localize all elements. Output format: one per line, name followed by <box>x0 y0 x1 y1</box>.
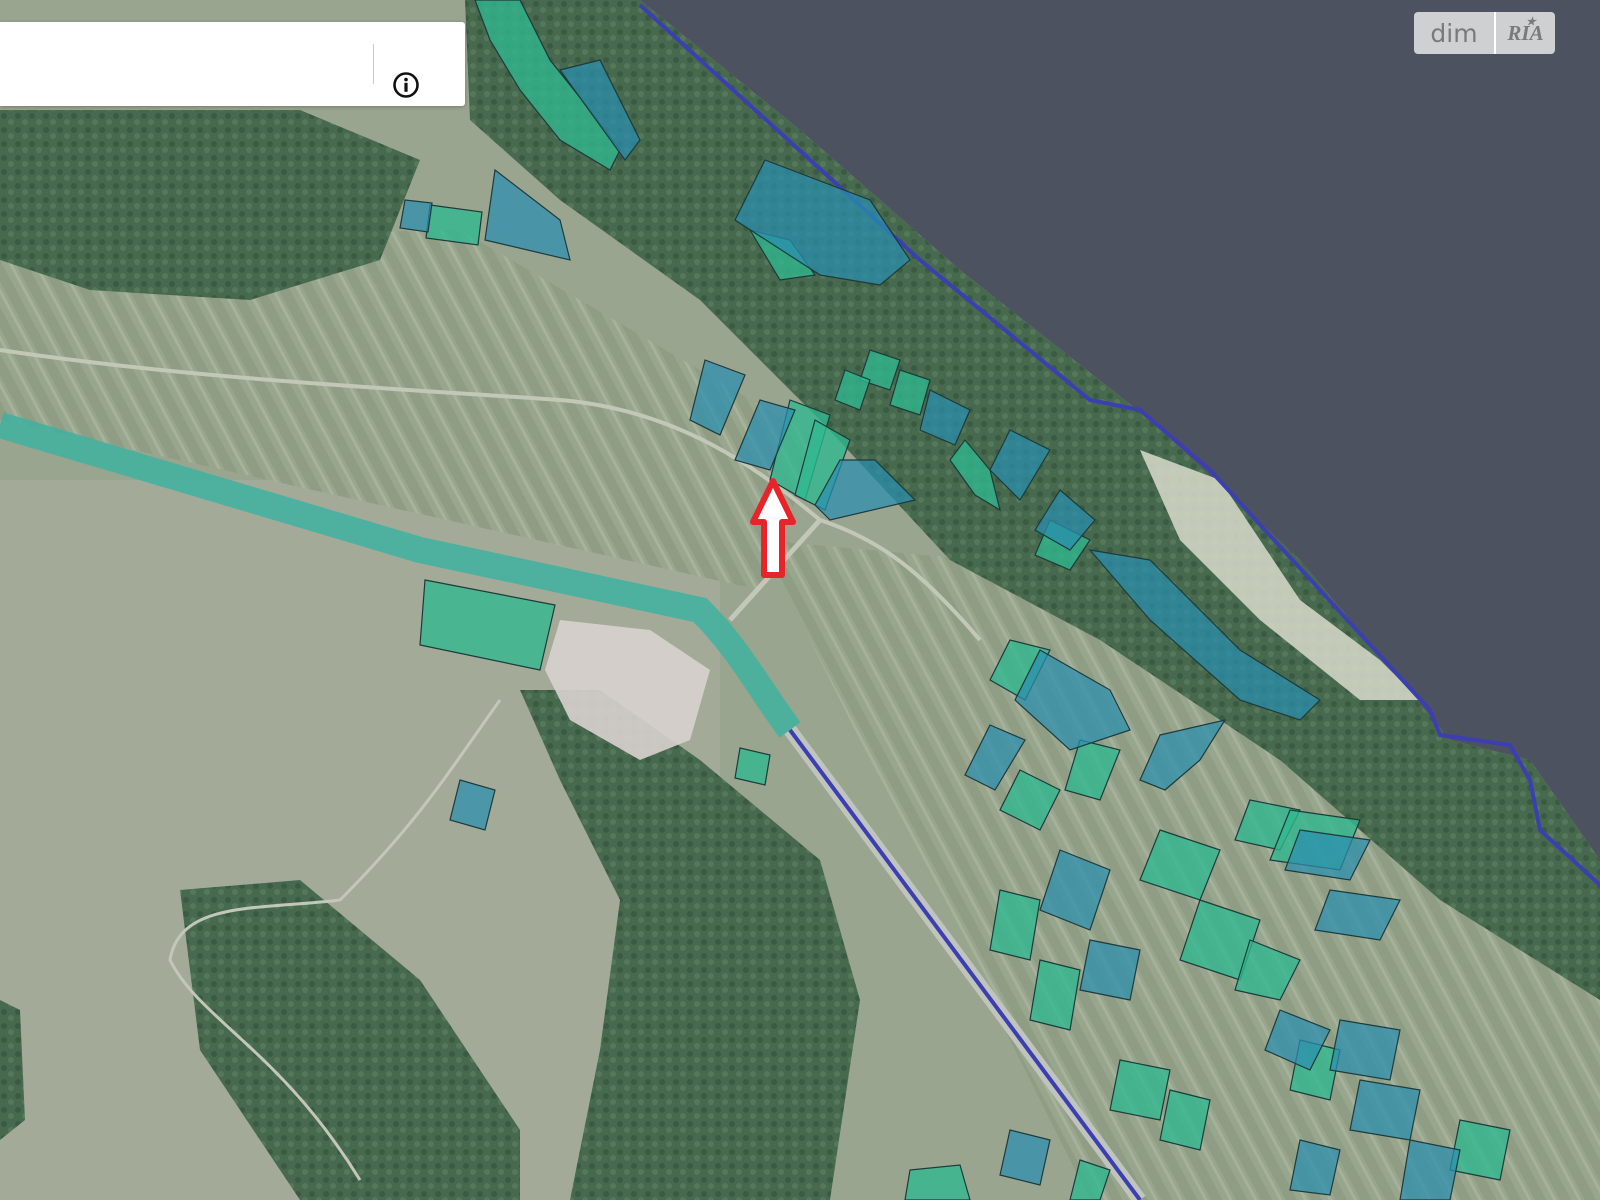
land-parcel <box>904 1164 971 1200</box>
satellite-cadastral-map[interactable] <box>0 0 1600 1200</box>
search-input[interactable] <box>14 42 358 88</box>
land-parcel <box>1079 939 1141 1001</box>
land-parcel <box>425 204 483 246</box>
dimria-watermark-logo: dim ★ RIA <box>1414 12 1555 54</box>
land-parcel <box>399 199 433 233</box>
land-parcel <box>734 747 771 786</box>
land-parcel <box>1109 1059 1171 1121</box>
info-icon <box>393 72 419 98</box>
info-button[interactable] <box>391 70 421 100</box>
watermark-star-icon: ★ <box>1526 16 1536 28</box>
watermark-dim-text: dim <box>1414 12 1496 54</box>
land-parcel <box>1349 1079 1421 1141</box>
watermark-ria-text: ★ RIA <box>1496 12 1555 54</box>
search-divider <box>373 44 374 84</box>
land-parcel <box>1399 1139 1461 1200</box>
land-parcel <box>1329 1019 1401 1081</box>
search-panel <box>0 22 465 106</box>
